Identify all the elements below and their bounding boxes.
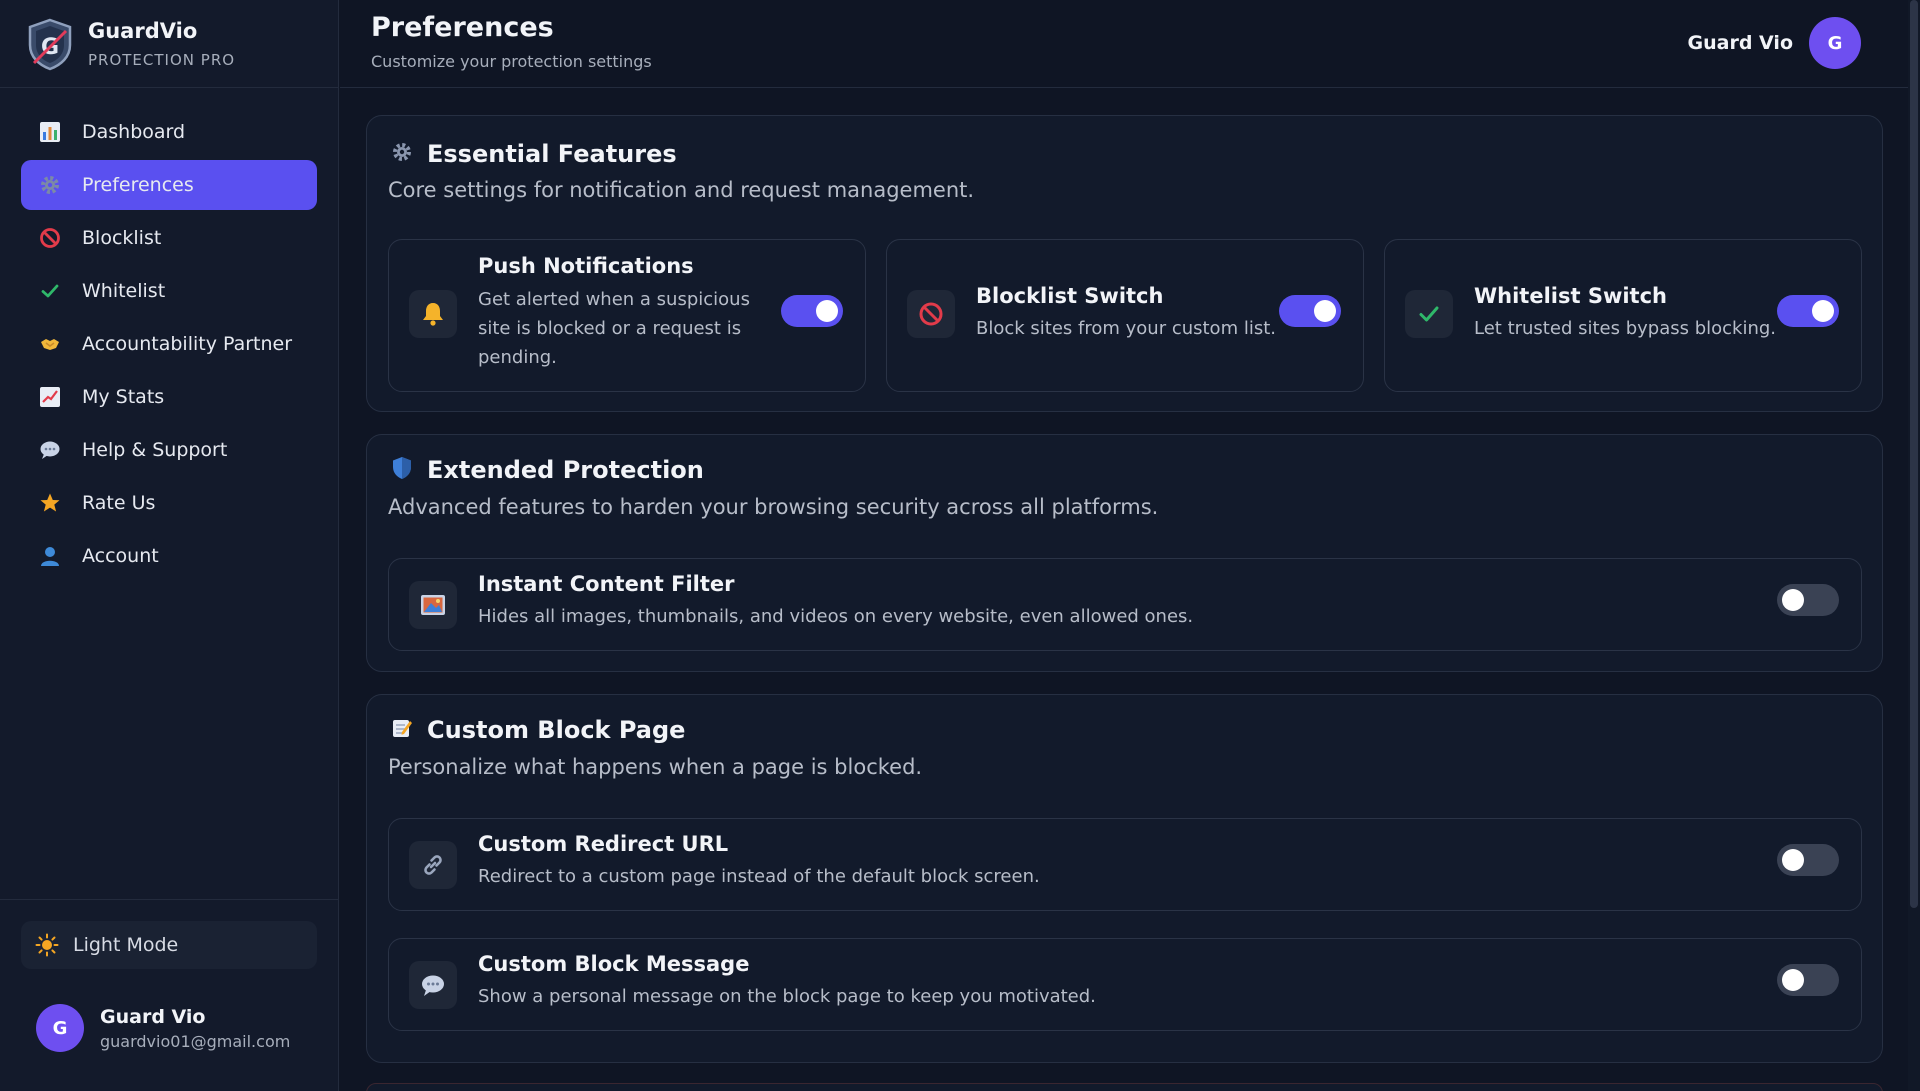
light-mode-label: Light Mode bbox=[73, 934, 179, 956]
sidebar-item-accountability-partner[interactable]: Accountability Partner bbox=[21, 319, 317, 369]
custom-redirect-url-card: Custom Redirect URL Redirect to a custom… bbox=[388, 818, 1862, 911]
trend-chart-icon bbox=[38, 385, 62, 409]
sun-icon bbox=[35, 933, 59, 957]
card-description-line: pending. bbox=[478, 347, 557, 368]
card-title: Push Notifications bbox=[478, 254, 694, 278]
sidebar-item-label: My Stats bbox=[82, 386, 165, 408]
next-section-peek bbox=[366, 1083, 1883, 1091]
sidebar: G GuardVio PROTECTION PRO Dashboard Pref… bbox=[0, 0, 339, 1091]
speech-bubble-icon bbox=[409, 961, 457, 1009]
prohibited-icon bbox=[907, 290, 955, 338]
section-title: Extended Protection bbox=[427, 456, 704, 484]
picture-icon bbox=[409, 581, 457, 629]
instant-content-filter-card: Instant Content Filter Hides all images,… bbox=[388, 558, 1862, 651]
header-user-menu[interactable]: Guard Vio G bbox=[1688, 17, 1861, 69]
sidebar-item-account[interactable]: Account bbox=[21, 531, 317, 581]
sidebar-item-label: Dashboard bbox=[82, 121, 186, 143]
blocklist-switch-card: Blocklist Switch Block sites from your c… bbox=[886, 239, 1364, 392]
header-avatar: G bbox=[1809, 17, 1861, 69]
sidebar-item-whitelist[interactable]: Whitelist bbox=[21, 266, 317, 316]
page-title: Preferences bbox=[371, 12, 554, 43]
user-email: guardvio01@gmail.com bbox=[100, 1031, 291, 1051]
card-title: Whitelist Switch bbox=[1474, 284, 1667, 308]
essential-features-section: Essential Features Core settings for not… bbox=[366, 115, 1883, 412]
blocklist-switch-toggle[interactable] bbox=[1279, 295, 1341, 327]
sidebar-user-profile[interactable]: G Guard Vio guardvio01@gmail.com bbox=[36, 1004, 290, 1052]
link-icon bbox=[409, 841, 457, 889]
card-description: Show a personal message on the block pag… bbox=[478, 986, 1096, 1007]
brand-subtitle: PROTECTION PRO bbox=[88, 50, 236, 69]
push-notifications-card: Push Notifications Get alerted when a su… bbox=[388, 239, 866, 392]
sidebar-item-label: Preferences bbox=[82, 174, 194, 196]
section-title: Essential Features bbox=[427, 140, 677, 168]
sidebar-footer: Light Mode G Guard Vio guardvio01@gmail.… bbox=[0, 899, 339, 1091]
sidebar-item-label: Whitelist bbox=[82, 280, 166, 302]
whitelist-switch-toggle[interactable] bbox=[1777, 295, 1839, 327]
custom-block-message-toggle[interactable] bbox=[1777, 964, 1839, 996]
section-description: Core settings for notification and reque… bbox=[388, 178, 975, 202]
scrollbar-thumb[interactable] bbox=[1910, 0, 1918, 908]
avatar: G bbox=[36, 1004, 84, 1052]
custom-block-message-card: Custom Block Message Show a personal mes… bbox=[388, 938, 1862, 1031]
brand: G GuardVio PROTECTION PRO bbox=[0, 0, 338, 88]
page-subtitle: Customize your protection settings bbox=[371, 52, 652, 71]
sidebar-item-label: Accountability Partner bbox=[82, 333, 293, 355]
check-icon bbox=[1405, 290, 1453, 338]
sidebar-item-my-stats[interactable]: My Stats bbox=[21, 372, 317, 422]
sidebar-item-blocklist[interactable]: Blocklist bbox=[21, 213, 317, 263]
custom-redirect-url-toggle[interactable] bbox=[1777, 844, 1839, 876]
page-header: Preferences Customize your protection se… bbox=[340, 0, 1908, 88]
user-icon bbox=[38, 544, 62, 568]
bar-chart-icon bbox=[38, 120, 62, 144]
push-notifications-toggle[interactable] bbox=[781, 295, 843, 327]
bell-icon bbox=[409, 290, 457, 338]
card-description: Let trusted sites bypass blocking. bbox=[1474, 318, 1777, 339]
sidebar-item-label: Rate Us bbox=[82, 492, 156, 514]
speech-bubble-icon bbox=[38, 438, 62, 462]
prohibited-icon bbox=[38, 226, 62, 250]
card-title: Custom Block Message bbox=[478, 952, 750, 976]
section-description: Advanced features to harden your browsin… bbox=[388, 495, 1159, 519]
brand-name: GuardVio bbox=[88, 18, 198, 43]
card-description-line: site is blocked or a request is bbox=[478, 318, 742, 339]
custom-block-page-section: Custom Block Page Personalize what happe… bbox=[366, 694, 1883, 1063]
sidebar-item-rate-us[interactable]: Rate Us bbox=[21, 478, 317, 528]
sidebar-nav: Dashboard Preferences Blocklist Whitelis… bbox=[0, 88, 338, 581]
handshake-icon bbox=[38, 332, 62, 356]
sidebar-item-dashboard[interactable]: Dashboard bbox=[21, 107, 317, 157]
sidebar-item-label: Blocklist bbox=[82, 227, 162, 249]
memo-icon bbox=[391, 717, 413, 743]
card-description: Block sites from your custom list. bbox=[976, 318, 1276, 339]
shield-logo-icon: G bbox=[28, 18, 72, 70]
light-mode-button[interactable]: Light Mode bbox=[21, 921, 317, 969]
section-description: Personalize what happens when a page is … bbox=[388, 755, 923, 779]
card-description: Redirect to a custom page instead of the… bbox=[478, 866, 1040, 887]
page-scrollbar[interactable] bbox=[1908, 0, 1920, 1091]
sidebar-item-label: Account bbox=[82, 545, 159, 567]
gear-icon bbox=[38, 173, 62, 197]
sidebar-item-help-support[interactable]: Help & Support bbox=[21, 425, 317, 475]
extended-protection-section: Extended Protection Advanced features to… bbox=[366, 434, 1883, 672]
card-description-line: Get alerted when a suspicious bbox=[478, 289, 750, 310]
gear-icon bbox=[391, 141, 413, 167]
card-title: Custom Redirect URL bbox=[478, 832, 729, 856]
instant-content-filter-toggle[interactable] bbox=[1777, 584, 1839, 616]
header-user-name: Guard Vio bbox=[1687, 32, 1793, 54]
section-title: Custom Block Page bbox=[427, 716, 686, 744]
sidebar-item-label: Help & Support bbox=[82, 439, 228, 461]
check-icon bbox=[38, 279, 62, 303]
shield-icon bbox=[391, 456, 413, 484]
card-title: Blocklist Switch bbox=[976, 284, 1164, 308]
star-icon bbox=[38, 491, 62, 515]
user-name: Guard Vio bbox=[100, 1005, 206, 1028]
card-title: Instant Content Filter bbox=[478, 572, 735, 596]
sidebar-item-preferences[interactable]: Preferences bbox=[21, 160, 317, 210]
card-description: Hides all images, thumbnails, and videos… bbox=[478, 606, 1194, 627]
card-description: Get alerted when a suspicious site is bl… bbox=[478, 285, 768, 372]
whitelist-switch-card: Whitelist Switch Let trusted sites bypas… bbox=[1384, 239, 1862, 392]
